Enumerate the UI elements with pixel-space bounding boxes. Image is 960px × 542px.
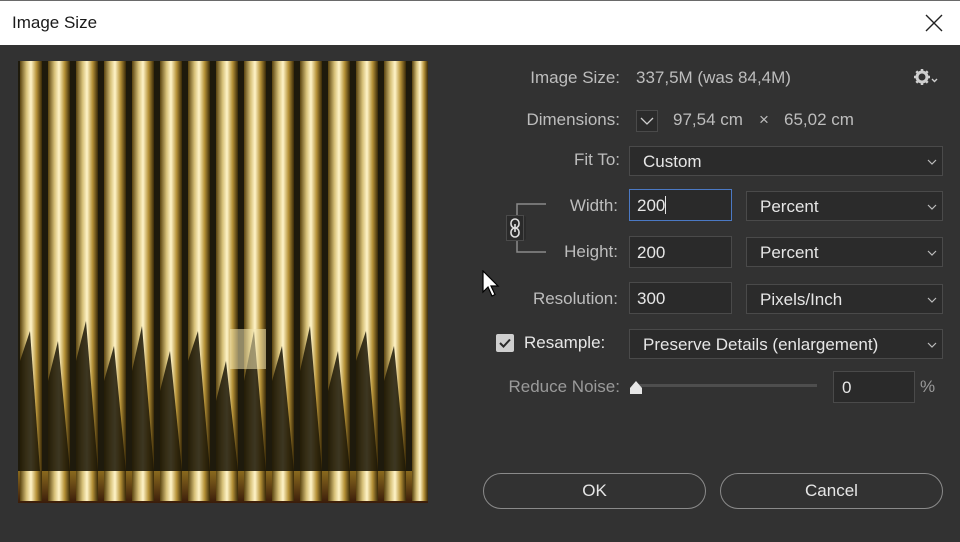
width-unit-value: Percent	[760, 197, 819, 216]
reduce-noise-label: Reduce Noise:	[508, 377, 620, 396]
text-caret	[665, 196, 667, 214]
cancel-button[interactable]: Cancel	[720, 473, 943, 509]
title-bar: Image Size	[0, 0, 960, 45]
image-size-dialog: Image Size Image Size: 337,5M (was 84,4M…	[0, 0, 960, 542]
resolution-value: 300	[637, 289, 666, 308]
resample-checkbox[interactable]	[496, 334, 514, 352]
chevron-down-icon	[927, 159, 937, 165]
resample-method-select[interactable]: Preserve Details (enlargement)	[629, 329, 943, 359]
resolution-label: Resolution:	[532, 289, 618, 308]
reduce-noise-slider-thumb[interactable]	[629, 380, 643, 401]
resolution-unit-value: Pixels/Inch	[760, 290, 843, 309]
image-size-value: 337,5M (was 84,4M)	[636, 68, 791, 87]
dimensions-separator: ×	[759, 110, 769, 129]
checkmark-icon	[499, 338, 511, 348]
close-icon	[925, 14, 943, 32]
resolution-input[interactable]: 300	[629, 282, 732, 314]
chevron-down-icon	[927, 204, 937, 210]
image-preview[interactable]	[18, 61, 428, 503]
height-value: 200	[637, 243, 666, 262]
reduce-noise-value: 0	[842, 378, 852, 397]
height-input[interactable]: 200	[629, 236, 732, 268]
fit-to-select[interactable]: Custom	[629, 146, 943, 176]
reduce-noise-input[interactable]: 0	[833, 371, 915, 403]
chevron-down-icon	[927, 342, 937, 348]
mouse-cursor-icon	[482, 269, 500, 303]
organ-pipes-image	[18, 61, 428, 503]
chevron-down-icon	[640, 117, 654, 125]
height-unit-value: Percent	[760, 243, 819, 262]
width-unit-select[interactable]: Percent	[746, 191, 943, 221]
fit-to-value: Custom	[643, 152, 702, 171]
resolution-unit-select[interactable]: Pixels/Inch	[746, 284, 943, 314]
dimensions-label: Dimensions:	[526, 110, 620, 129]
settings-menu-button[interactable]	[913, 68, 939, 93]
height-label: Height:	[564, 242, 618, 261]
width-input[interactable]: 200	[629, 189, 732, 221]
height-unit-select[interactable]: Percent	[746, 237, 943, 267]
reduce-noise-unit: %	[920, 377, 936, 396]
width-value: 200	[637, 196, 666, 215]
resample-method-value: Preserve Details (enlargement)	[643, 335, 879, 354]
reduce-noise-slider-track[interactable]	[636, 384, 817, 387]
link-icon	[506, 215, 524, 241]
fit-to-label: Fit To:	[574, 150, 620, 169]
chevron-down-icon	[927, 250, 937, 256]
gear-icon	[914, 69, 938, 85]
chevron-down-icon	[927, 297, 937, 303]
dimensions-width-value: 97,54 cm	[673, 110, 743, 129]
dimensions-unit-toggle[interactable]	[636, 110, 658, 132]
close-button[interactable]	[912, 3, 956, 43]
resample-label[interactable]: Resample:	[524, 333, 605, 353]
dialog-title: Image Size	[12, 13, 98, 32]
width-label: Width:	[569, 196, 618, 215]
image-size-label: Image Size:	[530, 68, 620, 87]
ok-button[interactable]: OK	[483, 473, 706, 509]
dimensions-height-value: 65,02 cm	[784, 110, 854, 129]
